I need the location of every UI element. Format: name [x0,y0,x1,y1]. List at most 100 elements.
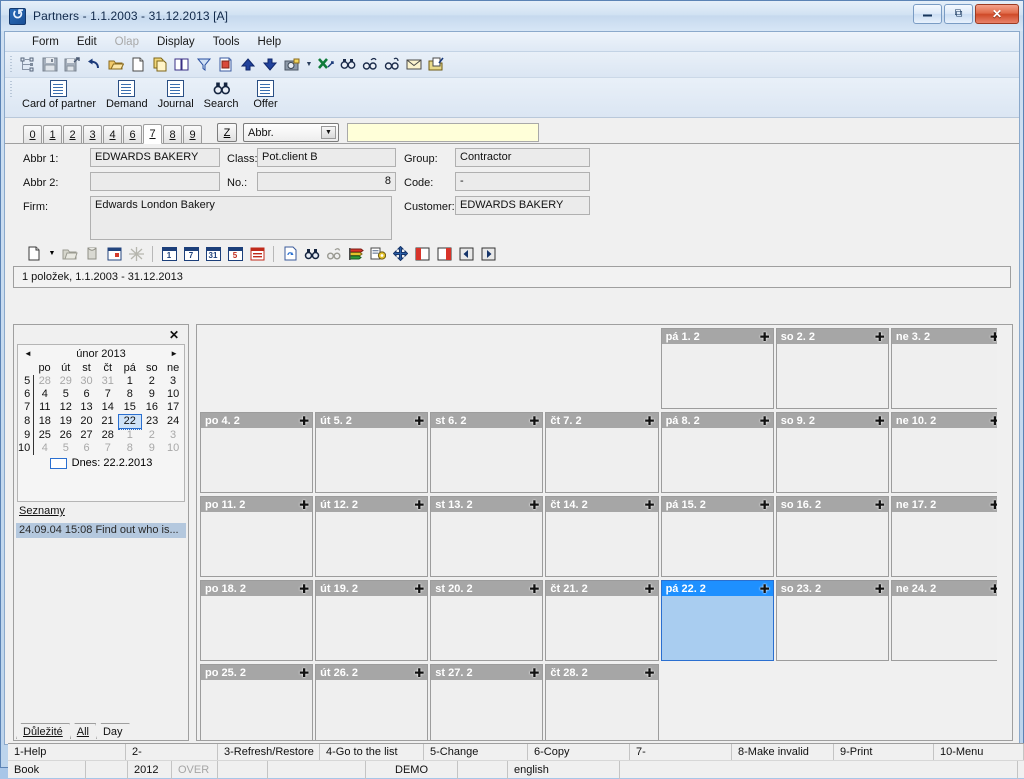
tree-view-icon[interactable] [17,54,39,76]
search-next-icon[interactable] [323,244,345,264]
previous-month-icon[interactable]: ◄ [24,349,32,358]
calendar-day-cell[interactable]: čt 7. 2 ✚ [545,412,659,493]
mini-calendar-day[interactable]: 4 [34,388,56,401]
split-right-icon[interactable] [433,244,455,264]
mini-calendar-day[interactable]: 28 [34,375,56,388]
mini-calendar-day[interactable]: 10 [163,442,184,455]
tab-4[interactable]: 4 [103,125,122,143]
calendar-day-cell[interactable]: st 13. 2 ✚ [430,496,544,577]
new-record-dropdown-icon[interactable]: ▼ [45,244,59,264]
calendar-day-cell[interactable]: út 26. 2 ✚ [315,664,429,740]
next-month-icon[interactable]: ► [170,349,178,358]
move-down-icon[interactable] [259,54,281,76]
refresh-icon[interactable] [279,244,301,264]
calendar-day-body[interactable] [546,428,658,492]
calendar-day-cell[interactable]: út 12. 2 ✚ [315,496,429,577]
function-key-5[interactable]: 5-Change [424,744,528,761]
calendar-day-cell[interactable]: út 19. 2 ✚ [315,580,429,661]
calendar-day-body[interactable] [546,680,658,740]
calendar-day-body[interactable] [776,596,888,660]
add-event-icon[interactable]: ✚ [760,583,770,595]
mini-calendar-day[interactable]: 5 [55,442,76,455]
calendar-day-cell[interactable]: ne 17. 2 ✚ [890,496,1004,577]
add-event-icon[interactable]: ✚ [760,415,770,427]
tab-0[interactable]: 0 [23,125,42,143]
list-item[interactable]: 24.09.04 15:08 Find out who is... [16,523,186,538]
close-button[interactable]: ✕ [975,4,1019,24]
calendar-day-body[interactable] [661,344,773,408]
calendar-day-cell-selected[interactable]: pá 22. 2 ✚ [660,580,774,661]
function-key-6[interactable]: 6-Copy [528,744,630,761]
book-icon[interactable] [171,54,193,76]
tab-3[interactable]: 3 [83,125,102,143]
mini-calendar-day[interactable]: 30 [76,375,97,388]
tab-all[interactable]: All [70,723,96,739]
journal-button[interactable]: Journal [153,79,199,110]
add-event-icon[interactable]: ✚ [875,583,885,595]
function-key-3[interactable]: 3-Refresh/Restore [218,744,320,761]
calendar-day-cell[interactable]: po 4. 2 ✚ [200,412,314,493]
new-document-icon[interactable] [127,54,149,76]
mini-calendar-day[interactable]: 26 [55,429,76,443]
menu-form[interactable]: Form [23,34,68,50]
add-event-icon[interactable]: ✚ [529,415,539,427]
function-key-10[interactable]: 10-Menu [934,744,1024,761]
calendar-day-body[interactable] [431,512,543,576]
add-event-icon[interactable]: ✚ [875,415,885,427]
delete-record-icon[interactable] [81,244,103,264]
calendar-day-cell[interactable]: pá 15. 2 ✚ [660,496,774,577]
calendar-day-cell[interactable]: ne 10. 2 ✚ [890,412,1004,493]
save-icon[interactable] [39,54,61,76]
calendar-day-body[interactable] [316,512,428,576]
mini-calendar-day[interactable]: 17 [163,401,184,415]
mini-calendar-day[interactable]: 9 [141,388,163,401]
mini-calendar-day[interactable]: 2 [141,375,163,388]
function-key-7[interactable]: 7- [630,744,732,761]
colors-icon[interactable] [345,244,367,264]
calendar-day-body[interactable] [661,512,773,576]
month-view-icon[interactable]: 31 [202,244,224,264]
mini-calendar-day[interactable]: 1 [119,429,141,443]
calendar-day-body[interactable] [546,596,658,660]
calendar-day-cell[interactable]: po 11. 2 ✚ [200,496,314,577]
calendar-day-body[interactable] [546,512,658,576]
vertical-scrollbar[interactable] [997,326,1011,740]
mini-calendar-day[interactable]: 9 [141,442,163,455]
mini-calendar-day[interactable]: 25 [34,429,56,443]
mini-calendar-day[interactable]: 7 [97,388,119,401]
calendar-day-body[interactable] [431,428,543,492]
add-event-icon[interactable]: ✚ [875,331,885,343]
tab-6[interactable]: 6 [123,125,142,143]
mini-calendar-day[interactable]: 27 [76,429,97,443]
menu-display[interactable]: Display [148,34,204,50]
mini-calendar-day[interactable]: 3 [163,429,184,443]
camera-icon[interactable] [281,54,303,76]
settings-icon[interactable] [367,244,389,264]
customer-field[interactable]: EDWARDS BAKERY [455,196,590,215]
mini-calendar-day[interactable]: 7 [97,442,119,455]
today-row[interactable]: Dnes: 22.2.2013 [18,457,184,469]
calendar-day-body[interactable] [316,428,428,492]
mini-calendar-day[interactable]: 14 [97,401,119,415]
mini-calendar-day[interactable]: 24 [163,415,184,429]
add-event-icon[interactable]: ✚ [645,667,655,679]
calendar-day-cell[interactable]: út 5. 2 ✚ [315,412,429,493]
mini-calendar-day[interactable]: 13 [76,401,97,415]
calendar-day-body[interactable] [776,344,888,408]
calendar-day-cell[interactable]: pá 1. 2 ✚ [660,328,774,409]
mini-calendar-day[interactable]: 10 [163,388,184,401]
tab-8[interactable]: 8 [163,125,182,143]
undo-icon[interactable] [83,54,105,76]
search-field-selector[interactable]: Abbr. ▼ [243,123,339,142]
mini-calendar-day[interactable]: 20 [76,415,97,429]
mail-icon[interactable] [403,54,425,76]
calendar-day-body[interactable] [201,596,313,660]
calendar-day-body[interactable] [316,596,428,660]
calendar-day-cell[interactable]: ne 24. 2 ✚ [890,580,1004,661]
calendar-day-body[interactable] [776,428,888,492]
calendar-day-cell[interactable]: so 23. 2 ✚ [775,580,889,661]
calendar-day-cell[interactable]: čt 28. 2 ✚ [545,664,659,740]
module-toolbar-grip[interactable] [8,79,14,113]
tab-day[interactable]: Day [96,723,130,739]
calendar-day-body[interactable] [316,680,428,740]
